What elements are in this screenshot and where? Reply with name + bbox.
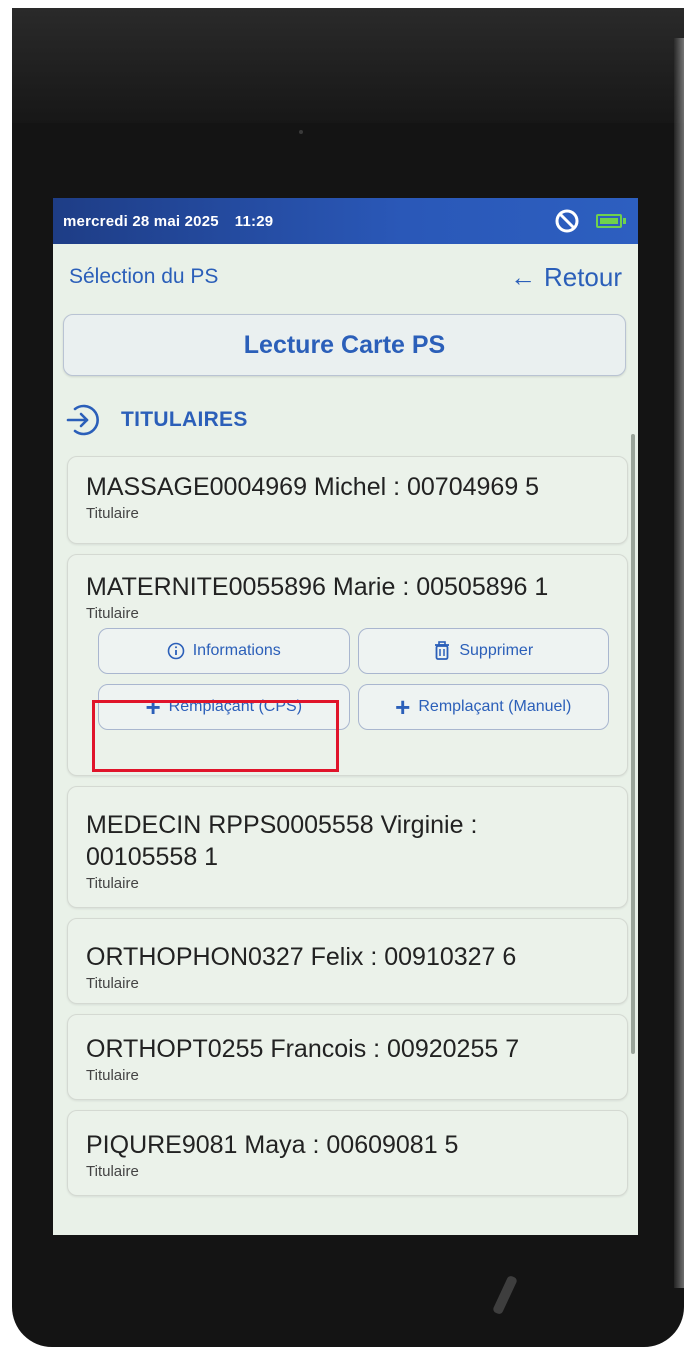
section-label: TITULAIRES: [121, 408, 248, 431]
status-date: mercredi 28 mai 2025: [63, 212, 219, 230]
titulaire-name: PIQURE9081 Maya : 00609081 5: [86, 1131, 459, 1159]
status-time: 11:29: [234, 212, 274, 230]
titulaire-role: Titulaire: [86, 875, 139, 892]
titulaire-role: Titulaire: [86, 975, 139, 992]
nav-bar: Sélection du PS ← Retour: [53, 244, 638, 310]
app-screen: mercredi 28 mai 2025 11:29 Sélection du …: [53, 198, 638, 1235]
status-bar: mercredi 28 mai 2025 11:29: [53, 198, 638, 244]
back-arrow-icon: ←: [509, 261, 536, 292]
back-label: Retour: [543, 261, 622, 292]
titulaire-name: MATERNITE0055896 Marie : 00505896 1: [86, 573, 549, 601]
scroll-content: Lecture Carte PS TITULAIRES MASSAGE00049…: [53, 314, 638, 1196]
page-title: Sélection du PS: [69, 265, 219, 288]
titulaire-role: Titulaire: [86, 605, 139, 622]
lecture-carte-ps-button[interactable]: Lecture Carte PS: [63, 314, 626, 376]
informations-label: Informations: [192, 642, 281, 659]
titulaire-card[interactable]: ORTHOPHON0327 Felix : 00910327 6 Titulai…: [67, 918, 628, 1004]
remplacant-cps-button[interactable]: + Remplaçant (CPS): [98, 684, 350, 730]
informations-button[interactable]: Informations: [98, 628, 350, 674]
no-entry-icon: [554, 208, 580, 234]
trash-icon: [433, 641, 451, 661]
plus-icon: +: [395, 692, 411, 722]
supprimer-button[interactable]: Supprimer: [357, 628, 609, 674]
supprimer-label: Supprimer: [459, 642, 534, 659]
titulaire-role: Titulaire: [86, 505, 139, 522]
remplacant-manuel-label: Remplaçant (Manuel): [418, 698, 572, 715]
titulaire-actions: Informations Supprimer + Remplaçant (CPS…: [86, 628, 609, 730]
remplacant-manuel-button[interactable]: + Remplaçant (Manuel): [357, 684, 609, 730]
login-arrow-icon: [66, 404, 99, 436]
info-icon: [167, 642, 185, 660]
scrollbar[interactable]: [631, 434, 635, 1054]
titulaire-name: MEDECIN RPPS0005558 Virginie : 00105558 …: [86, 811, 478, 871]
titulaire-name: MASSAGE0004969 Michel : 00704969 5: [86, 473, 540, 501]
titulaire-card-expanded[interactable]: MATERNITE0055896 Marie : 00505896 1 Titu…: [67, 554, 628, 776]
section-header-titulaires[interactable]: TITULAIRES: [63, 384, 628, 456]
titulaire-role: Titulaire: [86, 1163, 139, 1180]
titulaire-card[interactable]: MASSAGE0004969 Michel : 00704969 5 Titul…: [67, 456, 628, 544]
titulaire-card[interactable]: ORTHOPT0255 Francois : 00920255 7 Titula…: [67, 1014, 628, 1100]
back-button[interactable]: ← Retour: [510, 262, 622, 293]
titulaire-role: Titulaire: [86, 1067, 139, 1084]
titulaire-name: ORTHOPT0255 Francois : 00920255 7: [86, 1035, 520, 1063]
titulaire-card[interactable]: MEDECIN RPPS0005558 Virginie : 00105558 …: [67, 786, 628, 908]
titulaire-card[interactable]: PIQURE9081 Maya : 00609081 5 Titulaire: [67, 1110, 628, 1196]
camera-sensor: [299, 130, 303, 134]
battery-icon: [596, 214, 626, 228]
titulaire-name: ORTHOPHON0327 Felix : 00910327 6: [86, 943, 517, 971]
remplacant-cps-label: Remplaçant (CPS): [168, 698, 303, 715]
plus-icon: +: [145, 692, 161, 722]
